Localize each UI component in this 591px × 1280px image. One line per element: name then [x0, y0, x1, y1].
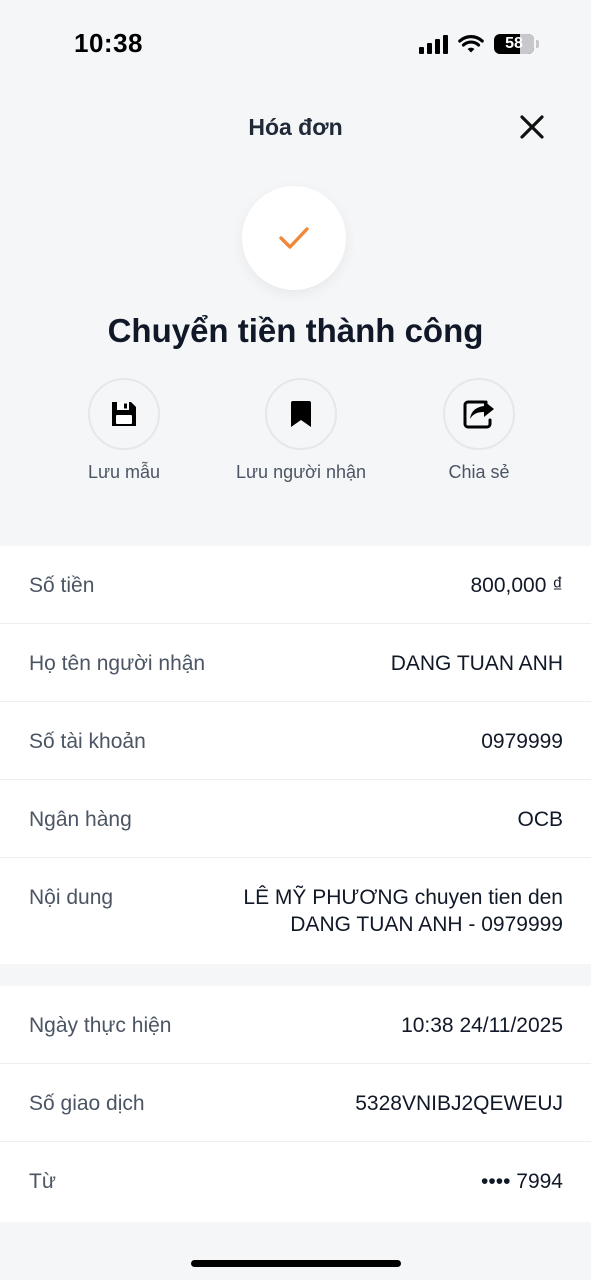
- success-title: Chuyển tiền thành công: [107, 312, 484, 349]
- detail-label: Nội dung: [29, 886, 114, 909]
- action-label: Lưu người nhận: [236, 462, 366, 482]
- detail-label: Ngày thực hiện: [29, 1014, 172, 1037]
- status-bar: 10:38 58: [0, 0, 591, 88]
- battery-level: 58: [505, 35, 523, 52]
- save-recipient-button[interactable]: Lưu người nhận: [211, 378, 391, 483]
- battery-cap: [536, 40, 539, 48]
- status-icons: 58: [419, 32, 539, 56]
- detail-label: Họ tên người nhận: [29, 652, 206, 675]
- action-bar: Lưu mẫu Lưu người nhận Chia sẻ: [0, 378, 591, 498]
- detail-row-content: Nội dung LÊ MỸ PHƯƠNG chuyen tien den DA…: [0, 858, 591, 962]
- detail-row-account-number: Số tài khoản 0979999: [0, 702, 591, 780]
- detail-label: Từ: [29, 1170, 56, 1193]
- detail-row-from-account: Từ •••• 7994: [0, 1142, 591, 1220]
- status-time: 10:38: [74, 28, 143, 58]
- bookmark-icon: [291, 401, 311, 427]
- detail-value: 10:38 24/11/2025: [401, 1014, 563, 1037]
- detail-label: Số tiền: [29, 574, 95, 597]
- home-indicator[interactable]: [191, 1260, 401, 1267]
- transfer-details-card: Số tiền 800,000 ₫ Họ tên người nhận DANG…: [0, 546, 591, 964]
- detail-row-recipient-name: Họ tên người nhận DANG TUAN ANH: [0, 624, 591, 702]
- share-button[interactable]: Chia sẻ: [389, 378, 569, 483]
- detail-value: DANG TUAN ANH: [390, 652, 563, 675]
- detail-label: Ngân hàng: [29, 808, 132, 831]
- save-template-button[interactable]: Lưu mẫu: [34, 378, 214, 483]
- page-title: Hóa đơn: [248, 114, 343, 140]
- detail-value: 800,000 ₫: [470, 574, 563, 597]
- detail-value: OCB: [517, 808, 563, 831]
- detail-row-amount: Số tiền 800,000 ₫: [0, 546, 591, 624]
- close-button[interactable]: [515, 110, 549, 144]
- action-label: Lưu mẫu: [87, 462, 161, 482]
- detail-label: Số giao dịch: [29, 1092, 145, 1115]
- action-circle: [88, 378, 160, 450]
- header: Hóa đơn: [0, 100, 591, 154]
- detail-value: •••• 7994: [481, 1170, 563, 1193]
- detail-value: 5328VNIBJ2QEWEUJ: [355, 1092, 563, 1115]
- cellular-signal-icon: [419, 34, 448, 54]
- detail-value: 0979999: [481, 730, 563, 753]
- action-label: Chia sẻ: [448, 462, 510, 482]
- detail-row-transaction-id: Số giao dịch 5328VNIBJ2QEWEUJ: [0, 1064, 591, 1142]
- close-icon: [520, 115, 544, 139]
- transaction-info-card: Ngày thực hiện 10:38 24/11/2025 Số giao …: [0, 986, 591, 1222]
- detail-label: Số tài khoản: [29, 730, 146, 753]
- detail-row-date: Ngày thực hiện 10:38 24/11/2025: [0, 986, 591, 1064]
- share-icon: [463, 400, 494, 429]
- floppy-disk-icon: [112, 402, 136, 426]
- action-circle: [443, 378, 515, 450]
- wifi-icon: [458, 35, 484, 53]
- detail-value: LÊ MỸ PHƯƠNG chuyen tien den DANG TUAN A…: [243, 886, 563, 936]
- battery-icon: 58: [494, 34, 534, 54]
- checkmark-icon: [279, 227, 309, 249]
- action-circle: [265, 378, 337, 450]
- success-badge: [242, 186, 346, 290]
- detail-row-bank: Ngân hàng OCB: [0, 780, 591, 858]
